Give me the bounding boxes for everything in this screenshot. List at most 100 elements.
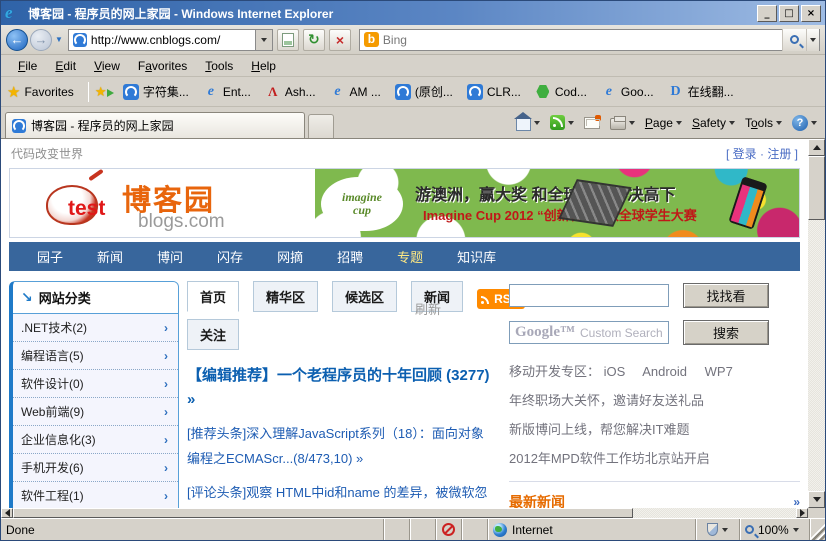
compatibility-view-button[interactable] (276, 28, 299, 51)
cnblogs-icon (466, 83, 483, 100)
refresh-link[interactable]: 刷新 (415, 299, 441, 318)
link-ios[interactable]: iOS (604, 364, 626, 379)
menu-file[interactable]: File (9, 57, 46, 75)
horizontal-scrollbar[interactable] (1, 508, 808, 518)
nav-zhishiku[interactable]: 知识库 (457, 247, 496, 266)
find-button[interactable]: 找找看 (683, 283, 769, 308)
link-android[interactable]: Android (642, 364, 687, 379)
menu-edit[interactable]: Edit (46, 57, 85, 75)
protected-mode-pane[interactable] (696, 519, 740, 540)
menu-tools[interactable]: Tools (196, 57, 242, 75)
category-enterprise[interactable]: 企业信息化(3) › (13, 426, 178, 454)
chevron-right-icon: › (164, 488, 168, 503)
address-bar[interactable] (67, 28, 273, 51)
article-link[interactable]: [推荐头条]深入理解JavaScript系列（18）：面向对象编程之ECMASc… (187, 421, 495, 471)
title-bar: e 博客园 - 程序员的网上家园 - Windows Internet Expl… (1, 1, 825, 25)
category-design[interactable]: 软件设计(0) › (13, 370, 178, 398)
favorite-item[interactable]: 字符集... (122, 83, 189, 100)
category-web[interactable]: Web前端(9) › (13, 398, 178, 426)
site-search-input[interactable] (509, 284, 669, 307)
favorites-button[interactable]: Favorites (24, 85, 73, 99)
login-register-link[interactable]: [ 登录 · 注册 ] (726, 145, 798, 162)
favorite-item[interactable]: Λ Ash... (265, 84, 315, 100)
more-link[interactable]: » (793, 495, 800, 508)
url-input[interactable] (90, 30, 255, 49)
collapse-arrow-icon[interactable]: ↘ (21, 289, 33, 306)
favorite-item[interactable]: CLR... (466, 83, 521, 100)
security-zone-pane[interactable]: Internet (488, 519, 696, 540)
tab-cnblogs[interactable]: 博客园 - 程序员的网上家园 (5, 112, 305, 138)
favorite-item[interactable]: e Goo... (601, 84, 654, 100)
notice-link[interactable]: 年终职场大关怀，邀请好友送礼品 (509, 390, 800, 409)
category-panel-title: 网站分类 (38, 291, 91, 306)
nav-shancun[interactable]: 闪存 (217, 247, 243, 266)
scroll-down-button[interactable] (808, 491, 825, 508)
close-button[interactable]: × (801, 4, 821, 22)
menu-help[interactable]: Help (242, 57, 285, 75)
scroll-right-button[interactable] (796, 508, 808, 518)
horizontal-scroll-thumb[interactable] (13, 508, 633, 518)
refresh-button[interactable]: ↻ (302, 28, 325, 51)
search-provider-dropdown[interactable] (806, 28, 819, 51)
new-tab-button[interactable] (308, 114, 334, 138)
tab-follow[interactable]: 关注 (187, 319, 240, 350)
back-button[interactable]: ← (6, 28, 28, 51)
google-search-input[interactable]: Google™ Custom Search (509, 321, 669, 344)
search-box[interactable]: b Bing (358, 28, 820, 51)
safety-menu-button[interactable]: Safety (688, 113, 739, 133)
read-mail-button[interactable] (580, 114, 604, 132)
nav-bowen[interactable]: 博问 (157, 247, 183, 266)
tab-candidate[interactable]: 候选区 (332, 281, 398, 312)
zoom-pane[interactable]: 100% (740, 519, 810, 540)
category-mobile[interactable]: 手机开发(6) › (13, 454, 178, 482)
nav-zhuanti[interactable]: 专题 (397, 247, 423, 266)
category-dotnet[interactable]: .NET技术(2) › (13, 314, 178, 342)
help-button[interactable]: ? (788, 112, 821, 134)
search-go-button[interactable] (782, 28, 806, 51)
category-engineering[interactable]: 软件工程(1) › (13, 482, 178, 508)
scroll-up-button[interactable] (808, 139, 825, 156)
favorite-item[interactable]: (原创... (394, 83, 453, 100)
menu-favorites[interactable]: Favorites (129, 57, 196, 75)
dict-icon: D (670, 83, 681, 99)
favorite-item[interactable]: Cod... (535, 84, 587, 100)
history-dropdown-icon[interactable]: ▼ (55, 35, 63, 44)
link-wp7[interactable]: WP7 (705, 364, 733, 379)
nav-news[interactable]: 新闻 (97, 247, 123, 266)
home-button[interactable] (512, 111, 544, 134)
vertical-scroll-thumb[interactable] (808, 156, 825, 220)
stop-button[interactable]: × (328, 28, 351, 51)
vertical-scrollbar[interactable] (808, 139, 825, 508)
feeds-button[interactable] (546, 112, 578, 133)
tab-home[interactable]: 首页 (187, 281, 240, 312)
forward-button[interactable]: → (30, 28, 52, 51)
print-button[interactable] (606, 113, 639, 133)
notice-link[interactable]: 新版博问上线，帮您解决IT难题 (509, 419, 800, 438)
google-search-button[interactable]: 搜索 (683, 320, 769, 345)
featured-headline[interactable]: 【编辑推荐】一个老程序员的十年回顾 (3277) » (187, 364, 495, 412)
scroll-left-button[interactable] (1, 508, 13, 518)
add-to-favorites-bar-icon[interactable]: ★ (95, 84, 114, 100)
chevron-right-icon: › (164, 348, 168, 363)
nav-zhaopin[interactable]: 招聘 (337, 247, 363, 266)
tools-menu-button[interactable]: Tools (741, 113, 786, 133)
site-logo[interactable]: test 博客园 blogs.com (10, 169, 315, 237)
minimize-button[interactable]: _ (757, 4, 777, 22)
notice-link[interactable]: 2012年MPD软件工作坊北京站开启 (509, 448, 800, 467)
browser-window: e 博客园 - 程序员的网上家园 - Windows Internet Expl… (0, 0, 826, 541)
address-dropdown-button[interactable] (254, 29, 272, 50)
favorite-item[interactable]: e AM ... (330, 84, 380, 100)
mobile-zone-label: 移动开发专区： (509, 364, 601, 379)
category-languages[interactable]: 编程语言(5) › (13, 342, 178, 370)
nav-wangzhai[interactable]: 网摘 (277, 247, 303, 266)
imagine-cup-ad[interactable]: imagine cup 游澳洲，赢大奖 和全球青年一决高下 Imagine Cup… (315, 169, 799, 237)
menu-view[interactable]: View (85, 57, 129, 75)
favorite-item[interactable]: D 在线翻... (668, 83, 734, 100)
article-link[interactable]: [评论头条]观察 HTML中id和name 的差异，被微软忽悠过的同学自动举手(… (187, 480, 495, 508)
resize-grip[interactable] (810, 519, 825, 540)
nav-yuanzi[interactable]: 园子 (37, 247, 63, 266)
maximize-button[interactable]: □ (779, 4, 799, 22)
favorite-item[interactable]: e Ent... (203, 84, 251, 100)
page-menu-button[interactable]: Page (641, 113, 686, 133)
tab-picked[interactable]: 精华区 (253, 281, 319, 312)
